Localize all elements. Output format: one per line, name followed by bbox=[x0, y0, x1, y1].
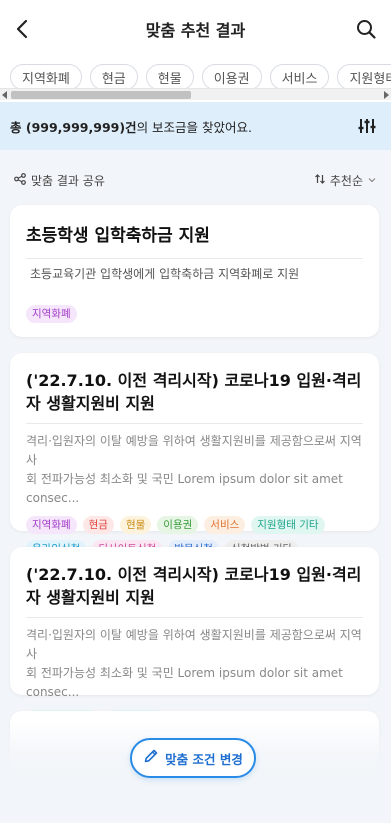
sort-label: 추천순 bbox=[329, 174, 363, 188]
result-count-number: 총 (999,999,999)건 bbox=[10, 119, 137, 135]
result-card[interactable]: ('22.7.10. 이전 격리시작) 코로나19 입원·격리자 생활지원비 지… bbox=[10, 547, 379, 728]
card-description: 격리·입원자의 이탈 예방을 위하여 생활지원비를 제공함으로써 지역사 회 전… bbox=[26, 626, 363, 702]
scroll-right-arrow-icon[interactable] bbox=[384, 91, 389, 99]
search-icon[interactable] bbox=[353, 16, 379, 42]
chip-cash[interactable]: 현금 bbox=[89, 64, 138, 90]
filter-chip-bar: 지역화폐 현금 현물 이용권 서비스 지원형태 bbox=[0, 58, 391, 102]
result-count-text: 총 (999,999,999)건의 보조금을 찾았어요. bbox=[10, 117, 252, 136]
result-toolbar: 맞춤 결과 공유 추천순 bbox=[0, 168, 391, 192]
card-title: ('22.7.10. 이전 격리시작) 코로나19 입원·격리자 생활지원비 지… bbox=[26, 371, 362, 413]
share-button[interactable]: 맞춤 결과 공유 bbox=[14, 172, 105, 189]
chevron-down-icon bbox=[367, 174, 377, 188]
result-card[interactable]: 초등학생 입학축하금 지원 초등교육기관 입학생에게 입학축하금 지역화폐로 지… bbox=[10, 205, 379, 337]
chip-goods[interactable]: 현물 bbox=[145, 64, 194, 90]
horizontal-scrollbar[interactable] bbox=[0, 88, 391, 100]
back-arrow-icon[interactable] bbox=[10, 16, 36, 42]
share-icon bbox=[14, 172, 26, 188]
chip-support-type[interactable]: 지원형태 bbox=[337, 64, 391, 90]
card-description-line: 격리·입원자의 이탈 예방을 위하여 생활지원비를 제공함으로써 지역사 bbox=[26, 434, 362, 467]
change-criteria-button[interactable]: 맞춤 조건 변경 bbox=[130, 738, 256, 778]
result-card[interactable]: ('22.7.10. 이전 격리시작) 코로나19 입원·격리자 생활지원비 지… bbox=[10, 353, 379, 558]
tag-badge: 지원형태 기타 bbox=[251, 516, 325, 534]
share-label: 맞춤 결과 공유 bbox=[31, 173, 105, 188]
sort-icon bbox=[314, 173, 326, 188]
chip-voucher[interactable]: 이용권 bbox=[201, 64, 262, 90]
tag-badge: 지역화폐 bbox=[26, 305, 77, 323]
page-title: 맞춤 추천 결과 bbox=[145, 21, 246, 40]
chip-service[interactable]: 서비스 bbox=[269, 64, 330, 90]
card-divider bbox=[26, 423, 363, 424]
tag-badge: 현물 bbox=[119, 516, 152, 534]
chip-list: 지역화폐 현금 현물 이용권 서비스 지원형태 bbox=[0, 58, 391, 90]
card-description-line: 회 전파가능성 최소화 및 국민 Lorem ipsum dolor sit a… bbox=[26, 472, 343, 505]
card-description: 격리·입원자의 이탈 예방을 위하여 생활지원비를 제공함으로써 지역사 회 전… bbox=[26, 432, 363, 508]
card-description-line: 회 전파가능성 최소화 및 국민 Lorem ipsum dolor sit a… bbox=[26, 666, 343, 699]
tag-badge: 현금 bbox=[82, 516, 114, 534]
tag-badge: 이용권 bbox=[157, 516, 199, 534]
filter-sliders-icon[interactable] bbox=[357, 116, 377, 136]
change-criteria-label: 맞춤 조건 변경 bbox=[165, 751, 243, 767]
tag-list: 지역화폐 bbox=[26, 305, 77, 323]
tag-badge: 지역화폐 bbox=[26, 516, 77, 534]
scrollbar-thumb[interactable] bbox=[11, 91, 191, 99]
card-description-line: 격리·입원자의 이탈 예방을 위하여 생활지원비를 제공함으로써 지역사 bbox=[26, 628, 362, 661]
result-count-bar: 총 (999,999,999)건의 보조금을 찾았어요. bbox=[0, 102, 391, 150]
app-header: 맞춤 추천 결과 bbox=[0, 0, 391, 58]
card-description: 초등교육기관 입학생에게 입학축하금 지역화폐로 지원 bbox=[30, 267, 300, 281]
sort-dropdown[interactable]: 추천순 bbox=[314, 172, 377, 189]
pencil-icon bbox=[143, 748, 159, 768]
scroll-left-arrow-icon[interactable] bbox=[2, 91, 7, 99]
card-title: ('22.7.10. 이전 격리시작) 코로나19 입원·격리자 생활지원비 지… bbox=[26, 565, 362, 607]
card-title: 초등학생 입학축하금 지원 bbox=[26, 226, 210, 246]
card-divider bbox=[26, 258, 363, 259]
chip-local-currency[interactable]: 지역화폐 bbox=[10, 64, 82, 90]
tag-badge: 서비스 bbox=[204, 516, 246, 534]
card-divider bbox=[26, 617, 363, 618]
result-count-suffix: 의 보조금을 찾았어요. bbox=[136, 119, 252, 135]
